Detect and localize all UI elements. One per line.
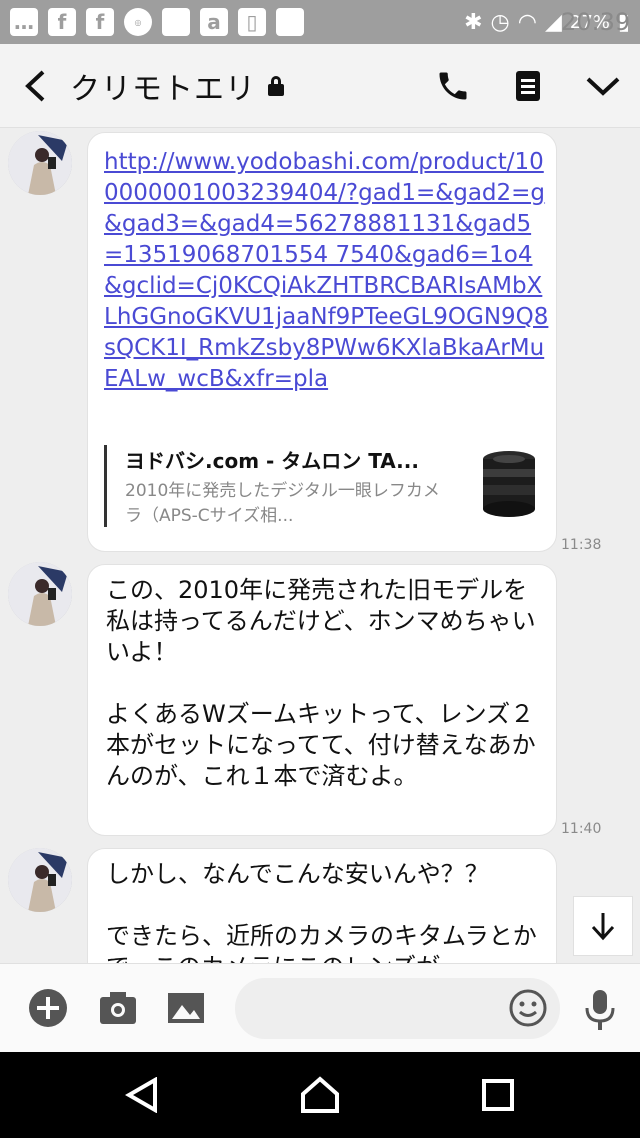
avatar-photo: [8, 562, 72, 626]
avatar[interactable]: [8, 562, 72, 626]
message-bubble[interactable]: http://www.yodobashi.com/product/1000000…: [87, 132, 557, 552]
app-notification-icon: [276, 8, 304, 36]
add-button[interactable]: [26, 986, 70, 1030]
nav-back-button[interactable]: [112, 1070, 172, 1120]
preview-description: 2010年に発売したデジタル一眼レフカメラ（APS-Cサイズ相...: [125, 481, 440, 526]
bluetooth-icon: ✱: [464, 9, 483, 35]
notification-icons: … f f ◎ a ▯: [10, 8, 304, 36]
message-link[interactable]: http://www.yodobashi.com/product/1000000…: [104, 147, 549, 395]
back-button[interactable]: [0, 44, 70, 128]
app-notification-icon: [162, 8, 190, 36]
chevron-left-icon: [25, 70, 45, 101]
system-status: ✱ ◷ ◠ ◢ 27% ▮ 20:39: [464, 8, 631, 36]
message-bubble[interactable]: しかし、なんでこんな安いんや？？ できたら、近所のカメラのキタムラとかで、このカ…: [87, 848, 557, 963]
lens-thumbnail: [471, 445, 547, 525]
chevron-down-icon: [586, 77, 619, 96]
lock-icon: [268, 75, 284, 96]
square-recents-icon: [482, 1079, 514, 1111]
facebook-icon: f: [86, 8, 114, 36]
call-button[interactable]: [415, 44, 490, 128]
avatar[interactable]: [8, 131, 72, 195]
message-text: この、2010年に発売された旧モデルを私は持ってるんだけど、ホンマめちゃいいよ！…: [106, 576, 536, 790]
photo-button[interactable]: [164, 986, 208, 1030]
camera-icon: [100, 992, 136, 1024]
link-preview[interactable]: ヨドバシ.com - タムロン TA... 2010年に発売したデジタル一眼レフ…: [104, 445, 547, 527]
avatar-photo: [8, 848, 72, 912]
nav-recents-button[interactable]: [468, 1070, 528, 1120]
amazon-icon: a: [200, 8, 228, 36]
menu-toggle-button[interactable]: [565, 44, 640, 128]
plus-circle-icon: [29, 989, 67, 1027]
wifi-icon: ◠: [517, 9, 537, 35]
chat-messages[interactable]: http://www.yodobashi.com/product/1000000…: [0, 128, 640, 963]
scroll-to-bottom-button[interactable]: [573, 896, 633, 956]
message-time: 11:40: [561, 821, 602, 837]
status-bar: … f f ◎ a ▯ ✱ ◷ ◠ ◢ 27% ▮ 20:39: [0, 0, 640, 44]
notes-icon: [515, 70, 540, 101]
home-icon: [301, 1076, 339, 1113]
preview-title: ヨドバシ.com - タムロン TA...: [125, 449, 419, 473]
message-text: しかし、なんでこんな安いんや？？ できたら、近所のカメラのキタムラとかで、このカ…: [106, 860, 537, 963]
message-notification-icon: …: [10, 8, 38, 36]
phone-icon: [439, 72, 466, 99]
triangle-back-icon: [125, 1077, 157, 1113]
message-bubble[interactable]: この、2010年に発売された旧モデルを私は持ってるんだけど、ホンマめちゃいいよ！…: [87, 564, 557, 836]
alarm-icon: ◷: [490, 9, 510, 35]
avatar-photo: [8, 131, 72, 195]
chat-header: クリモトエリ: [0, 44, 640, 128]
message-composer: [0, 963, 640, 1052]
bank-app-icon: ◎: [124, 8, 152, 36]
notes-button[interactable]: [490, 44, 565, 128]
image-icon: [168, 993, 204, 1023]
facebook-icon: f: [48, 8, 76, 36]
nav-home-button[interactable]: [290, 1070, 350, 1120]
avatar[interactable]: [8, 848, 72, 912]
contact-name: クリモトエリ: [70, 71, 256, 107]
clock: 20:39: [561, 8, 631, 36]
system-navigation-bar: [0, 1052, 640, 1138]
phone-notification-icon: ▯: [238, 8, 266, 36]
microphone-icon[interactable]: [582, 988, 618, 1032]
camera-button[interactable]: [96, 986, 140, 1030]
arrow-down-icon: [591, 913, 615, 941]
signal-icon: ◢: [544, 9, 562, 35]
emoji-icon[interactable]: [508, 988, 548, 1028]
message-time: 11:38: [561, 537, 602, 553]
